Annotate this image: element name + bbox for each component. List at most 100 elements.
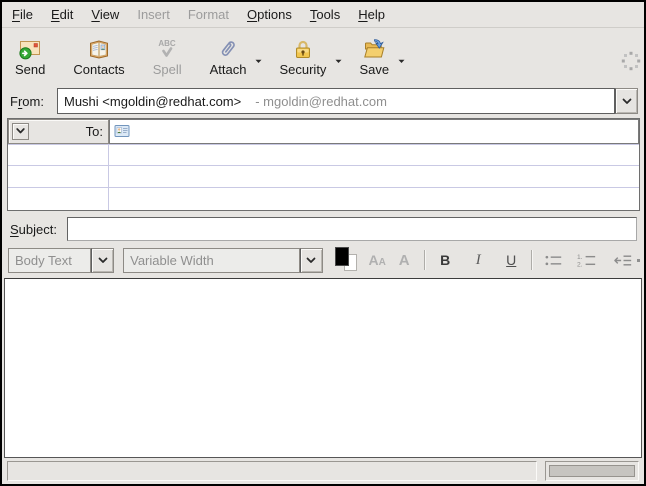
to-input[interactable] — [109, 119, 639, 144]
bold-icon: B — [440, 252, 450, 268]
font-size-up-icon: AA — [369, 252, 386, 268]
menu-file-label: F — [12, 7, 20, 22]
from-address-secondary: - mgoldin@redhat.com — [255, 94, 387, 109]
formatting-toolbar: Body Text Variable Width AA A B I U — [2, 245, 644, 275]
to-selector-button[interactable]: To: — [8, 119, 109, 144]
font-size-down-icon: A — [399, 252, 410, 269]
menu-view[interactable]: View — [82, 2, 128, 27]
svg-text:1.: 1. — [577, 254, 583, 261]
menu-edit-label: E — [51, 7, 60, 22]
recipient-value-cell — [109, 145, 639, 166]
paragraph-style-value: Body Text — [8, 248, 91, 273]
recipient-empty-row[interactable] — [8, 166, 639, 188]
unindent-button[interactable] — [608, 247, 638, 273]
security-menu-arrow[interactable] — [333, 47, 344, 77]
recipient-value-cell — [109, 188, 639, 210]
foreground-color-swatch — [335, 247, 349, 266]
menu-view-label: V — [91, 7, 99, 22]
chevron-down-icon — [98, 257, 108, 264]
subject-row: Subject: — [2, 215, 644, 243]
increase-font-size-button: AA — [364, 247, 391, 273]
recipient-type-dropdown[interactable] — [12, 123, 29, 140]
chevron-down-icon — [255, 59, 262, 64]
bold-button[interactable]: B — [432, 247, 459, 273]
recipient-empty-row[interactable] — [8, 145, 639, 167]
progress-indicator — [545, 461, 639, 481]
italic-button[interactable]: I — [465, 247, 492, 273]
message-body[interactable] — [4, 278, 642, 458]
send-button[interactable]: Send — [6, 33, 54, 80]
menu-file-label-rest: ile — [20, 7, 33, 22]
chevron-down-icon — [622, 98, 632, 105]
font-name-value: Variable Width — [123, 248, 300, 273]
recipient-empty-row[interactable] — [8, 188, 639, 210]
chevron-down-icon — [335, 59, 342, 64]
menu-options-label-rest: ptions — [257, 7, 292, 22]
activity-spinner — [620, 50, 642, 72]
progress-bar — [549, 465, 635, 477]
font-name-dropdown — [300, 248, 323, 273]
italic-icon: I — [476, 252, 481, 269]
menu-view-label-rest: iew — [100, 7, 120, 22]
underline-button[interactable]: U — [498, 247, 525, 273]
bullet-list-button[interactable] — [539, 247, 568, 273]
menu-options[interactable]: Options — [238, 2, 301, 27]
underline-icon: U — [506, 252, 516, 268]
security-lock-icon — [291, 37, 315, 61]
main-toolbar: Send Contacts ABC Spell — [2, 29, 644, 84]
menu-insert: Insert — [128, 2, 179, 27]
save-label: Save — [359, 62, 389, 77]
spell-check-icon: ABC — [155, 37, 179, 61]
recipient-label-cell — [8, 166, 109, 187]
menu-options-label: O — [247, 7, 257, 22]
unindent-icon — [613, 253, 633, 268]
menu-help[interactable]: Help — [349, 2, 394, 27]
menu-format: Format — [179, 2, 238, 27]
to-label: To: — [86, 124, 103, 139]
from-row: From: Mushi <mgoldin@redhat.com> - mgold… — [2, 86, 644, 116]
svg-text:2.: 2. — [577, 262, 583, 268]
attach-label: Attach — [210, 62, 247, 77]
attach-menu-arrow[interactable] — [253, 47, 264, 77]
menu-format-label: Format — [188, 7, 229, 22]
from-account-combobox[interactable]: Mushi <mgoldin@redhat.com> - mgoldin@red… — [57, 88, 638, 114]
font-name-combobox: Variable Width — [123, 248, 323, 273]
contact-card-icon — [114, 123, 130, 139]
spell-button: ABC Spell — [144, 33, 191, 80]
send-icon — [18, 37, 42, 61]
subject-input[interactable] — [67, 217, 637, 241]
save-menu-arrow[interactable] — [396, 47, 407, 77]
chevron-down-icon — [16, 128, 25, 134]
menu-edit[interactable]: Edit — [42, 2, 82, 27]
chevron-down-icon — [398, 59, 405, 64]
menu-bar: File Edit View Insert Format Options Too… — [2, 2, 644, 28]
from-dropdown-button[interactable] — [615, 88, 638, 114]
save-button[interactable]: Save — [350, 33, 398, 80]
save-draft-icon — [362, 37, 386, 61]
toolbar-separator — [424, 250, 426, 270]
paragraph-style-combobox: Body Text — [8, 248, 114, 273]
menu-help-label-rest: elp — [368, 7, 385, 22]
status-message — [7, 461, 537, 481]
menu-edit-label-rest: dit — [60, 7, 74, 22]
attach-icon — [216, 37, 240, 61]
menu-file[interactable]: File — [3, 2, 42, 27]
svg-text:ABC: ABC — [158, 39, 176, 48]
spinner-dots-icon — [620, 50, 642, 72]
from-account-value: Mushi <mgoldin@redhat.com> - mgoldin@red… — [57, 88, 615, 114]
from-address: Mushi <mgoldin@redhat.com> — [64, 94, 241, 109]
contacts-button[interactable]: Contacts — [64, 33, 133, 80]
attach-button[interactable]: Attach — [201, 33, 256, 80]
numbered-list-button[interactable]: 1. 2. — [572, 247, 602, 273]
from-label: From: — [10, 94, 57, 109]
toolbar-overflow-indicator — [637, 259, 640, 262]
subject-label: Subject: — [10, 222, 67, 237]
font-color-picker[interactable] — [334, 247, 360, 273]
menu-tools[interactable]: Tools — [301, 2, 349, 27]
security-button[interactable]: Security — [270, 33, 335, 80]
menu-help-label: H — [358, 7, 367, 22]
contacts-icon — [87, 37, 111, 61]
toolbar-separator — [531, 250, 533, 270]
chevron-down-icon — [306, 257, 316, 264]
status-bar — [2, 458, 644, 484]
